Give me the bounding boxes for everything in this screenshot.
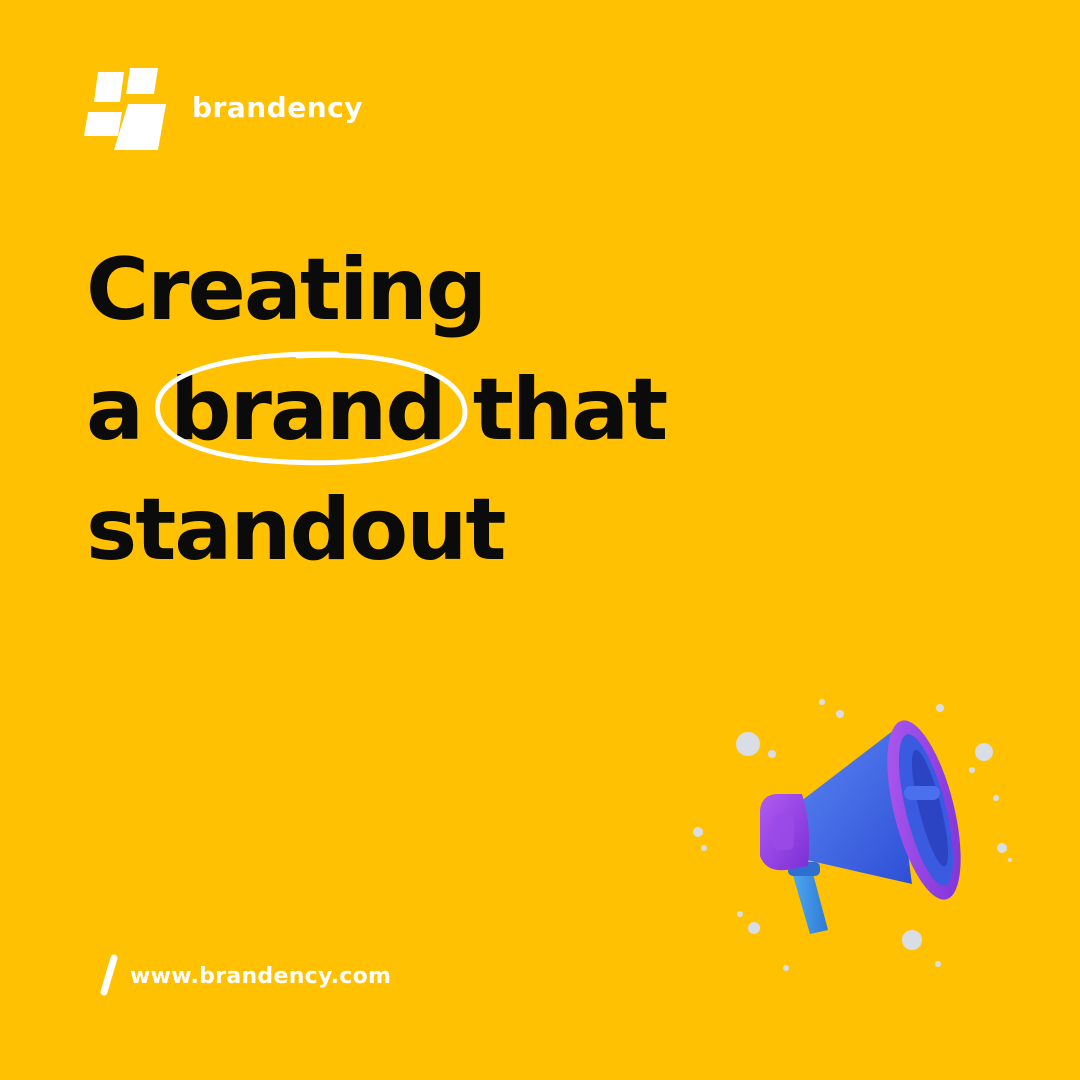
headline-line-3: standout — [86, 480, 507, 580]
window-panes-logo-icon — [84, 68, 166, 150]
headline: Creating a brand that standout — [86, 230, 668, 590]
headline-line-2: a brand that — [86, 350, 668, 470]
website-url[interactable]: www.brandency.com — [130, 964, 391, 989]
headline-word-a: a — [86, 360, 144, 460]
slash-icon — [100, 954, 118, 996]
headline-word-that: that — [472, 360, 668, 460]
brand-name: brandency — [192, 91, 363, 124]
footer: www.brandency.com — [98, 954, 391, 998]
headline-word-brand: brand — [170, 360, 447, 460]
headline-line-1: Creating — [86, 240, 487, 340]
megaphone-icon — [693, 699, 1012, 971]
highlighted-word: brand — [155, 350, 468, 470]
